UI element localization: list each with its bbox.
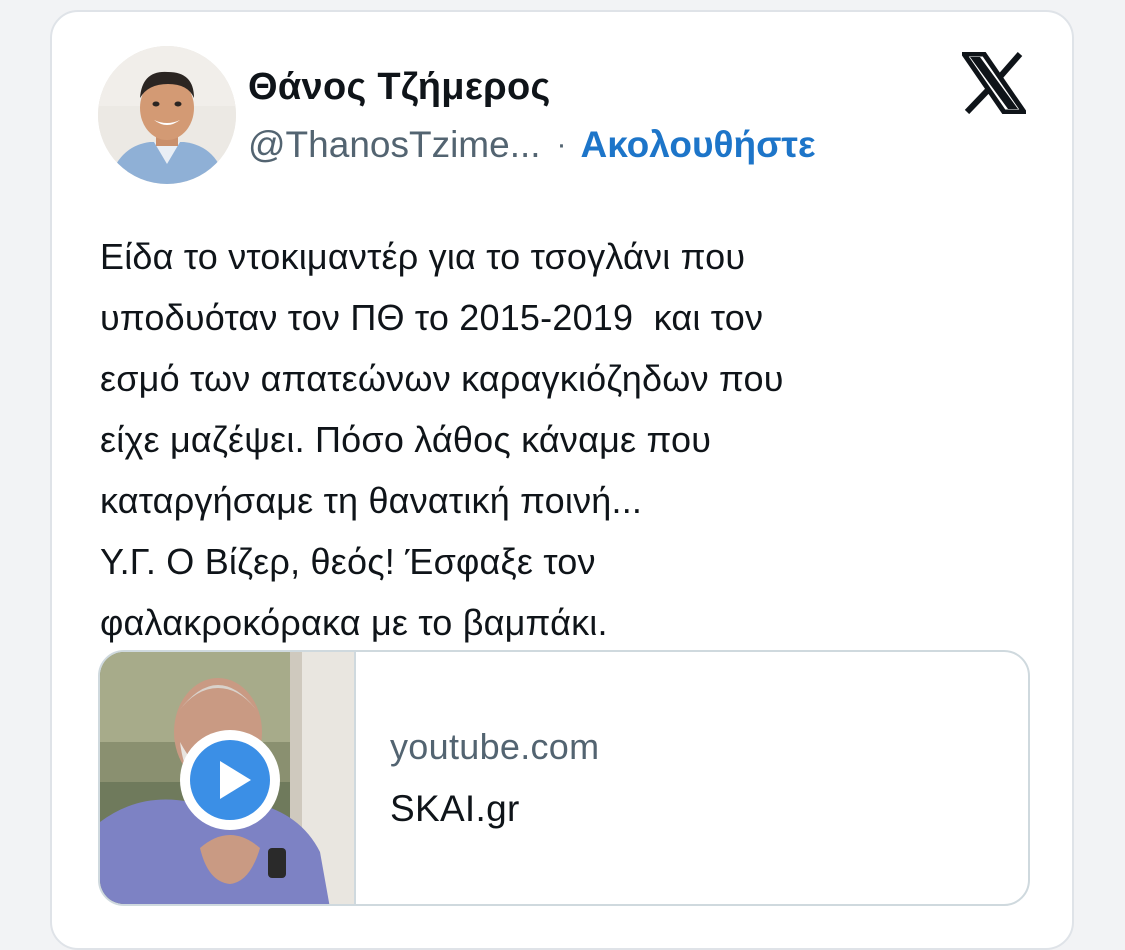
author-avatar[interactable] [98, 46, 236, 184]
video-thumbnail[interactable] [100, 652, 356, 904]
tweet-text-line: καταργήσαμε τη θανατική ποινή... [100, 480, 643, 521]
tweet-card: Θάνος Τζήμερος @ThanosTzime... · Ακολουθ… [50, 10, 1074, 950]
x-logo-icon[interactable] [959, 51, 1029, 115]
follow-button[interactable]: Ακολουθήστε [581, 124, 816, 166]
author-handle[interactable]: @ThanosTzime... [248, 124, 541, 166]
tweet-text-line: υποδυόταν τον ΠΘ το 2015-2019 και τον [100, 297, 764, 338]
tweet-text-line: Είδα το ντοκιμαντέρ για το τσογλάνι που [100, 236, 746, 277]
tweet-text: Είδα το ντοκιμαντέρ για το τσογλάνι που … [100, 226, 1020, 653]
tweet-text-line: εσμό των απατεώνων καραγκιόζηδων που [100, 358, 784, 399]
author-meta-row: @ThanosTzime... · Ακολουθήστε [248, 124, 816, 166]
link-domain: youtube.com [390, 726, 600, 767]
tweet-text-line: φαλακροκόρακα με το βαμπάκι. [100, 602, 608, 643]
tweet-text-line: Υ.Γ. Ο Βίζερ, θεός! Έσφαξε τον [100, 541, 596, 582]
separator-dot: · [556, 128, 567, 161]
author-name[interactable]: Θάνος Τζήμερος [248, 66, 551, 109]
link-preview-card[interactable]: youtube.com SKAI.gr [98, 650, 1030, 906]
tweet-text-line: είχε μαζέψει. Πόσο λάθος κάναμε που [100, 419, 712, 460]
play-icon[interactable] [178, 728, 282, 832]
link-title: SKAI.gr [390, 788, 520, 829]
